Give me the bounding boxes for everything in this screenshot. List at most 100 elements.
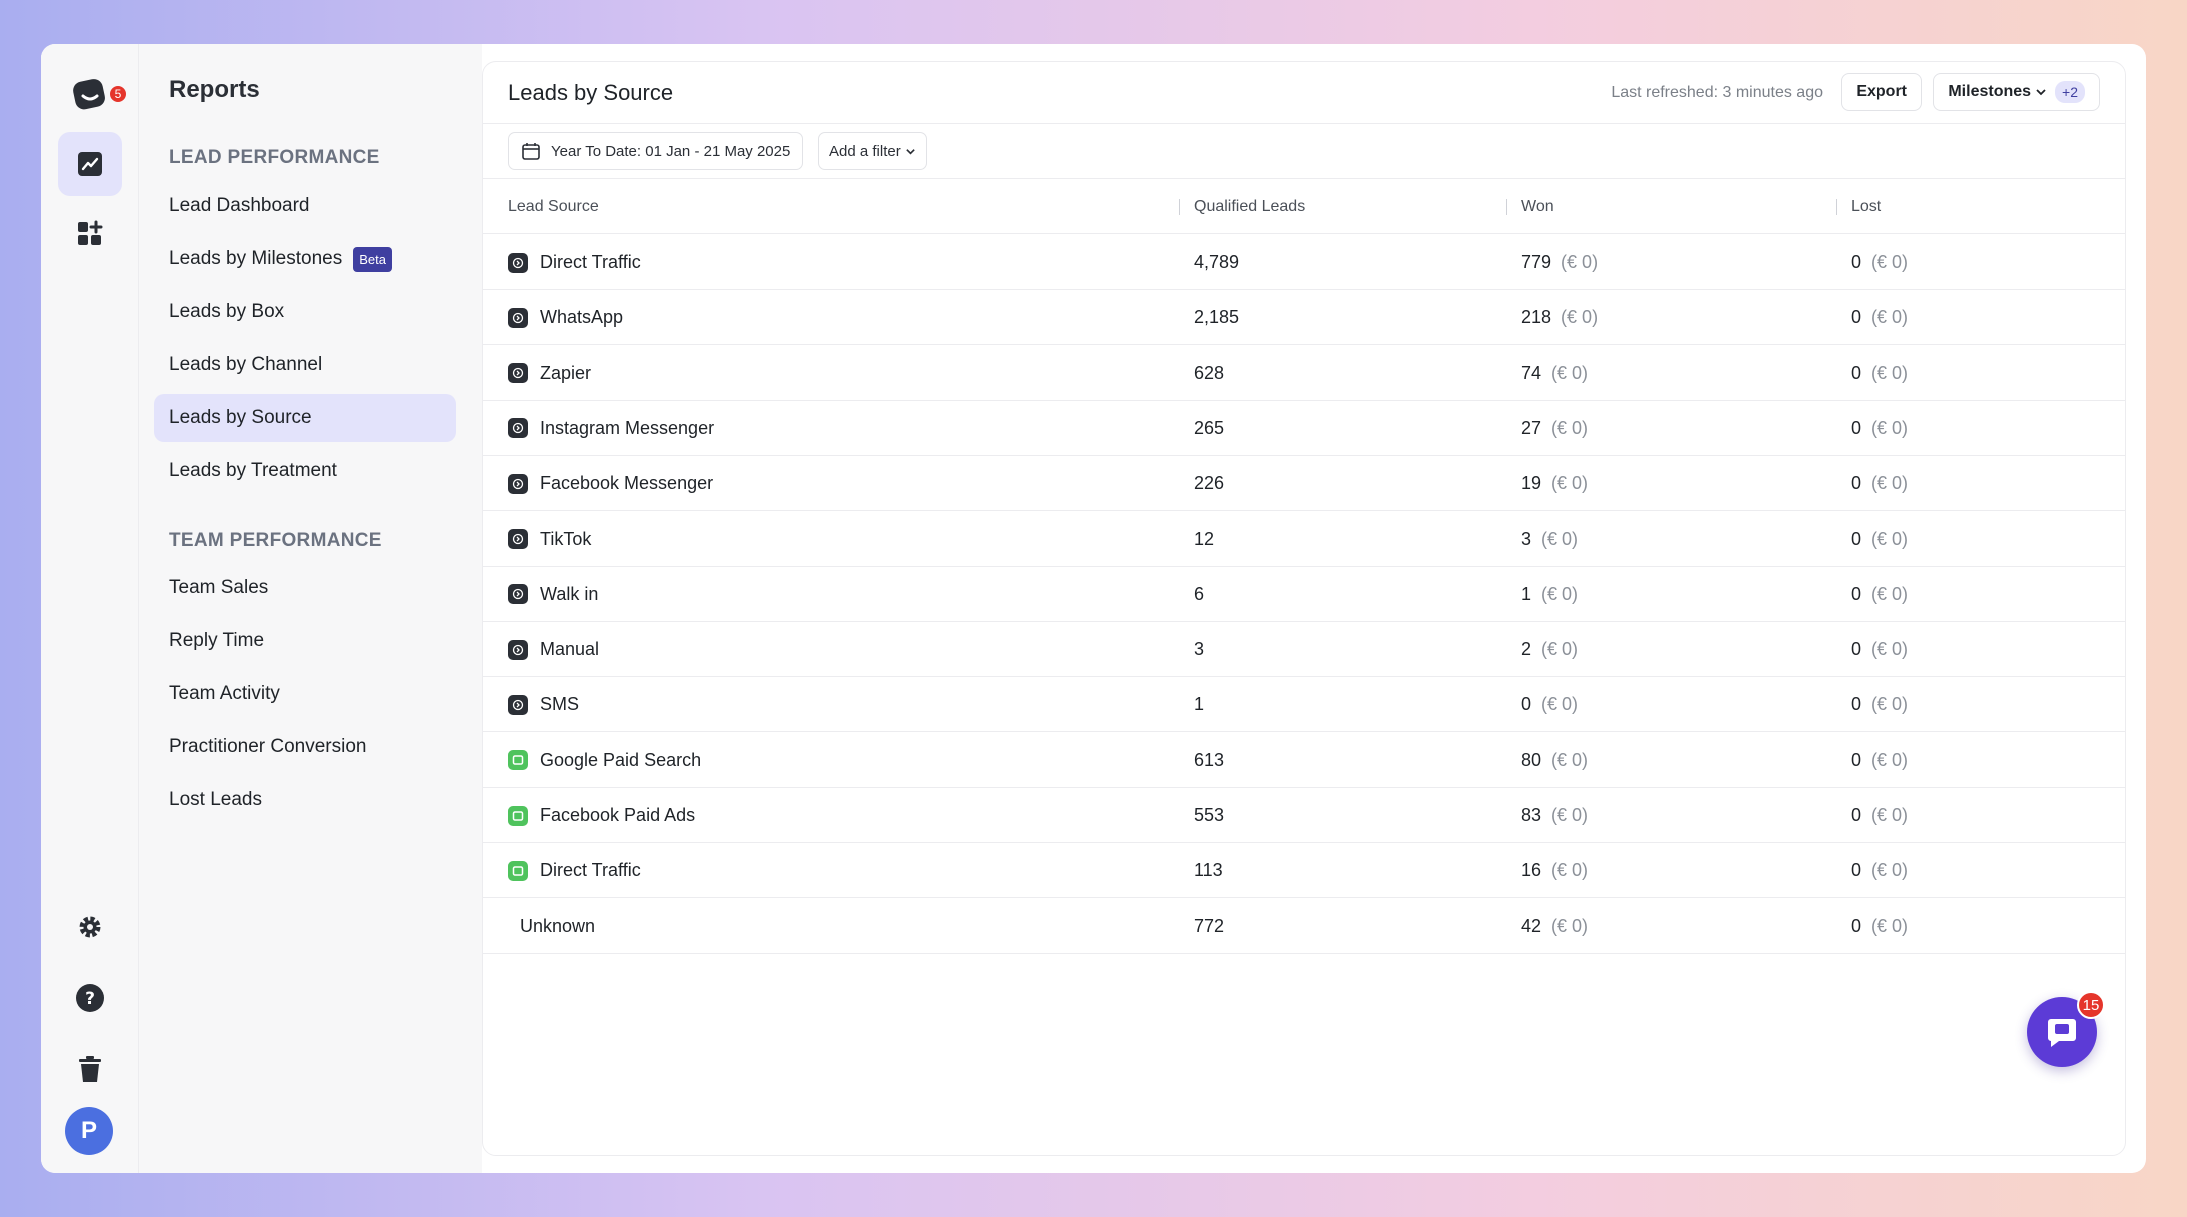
won-cell: 1 (€ 0): [1521, 567, 1578, 622]
lost-cell-value: (€ 0): [1871, 362, 1909, 383]
table-row[interactable]: SMS 1 0 (€ 0) 0 (€ 0): [483, 677, 2125, 733]
won-cell: 42 (€ 0): [1521, 899, 1588, 954]
won-cell-value: (€ 0): [1551, 860, 1589, 881]
table-row[interactable]: Walk in 6 1 (€ 0) 0 (€ 0): [483, 567, 2125, 622]
lost-cell-count: 0: [1851, 362, 1862, 383]
nav-item-lead-dashboard[interactable]: Lead Dashboard: [154, 182, 456, 230]
table-row[interactable]: Zapier 628 74 (€ 0) 0 (€ 0): [483, 346, 2125, 401]
table-row[interactable]: Manual 3 2 (€ 0) 0 (€ 0): [483, 622, 2125, 678]
section-lead-performance: LEAD PERFORMANCE: [169, 147, 380, 168]
user-avatar[interactable]: P: [65, 1107, 113, 1155]
lead-source-cell: Zapier: [508, 346, 591, 401]
lost-cell-value: (€ 0): [1871, 749, 1909, 770]
won-cell-value: (€ 0): [1561, 307, 1599, 328]
nav-item-label: Practitioner Conversion: [169, 736, 367, 757]
nav-item-leads-by-milestones[interactable]: Leads by Milestones Beta: [154, 235, 456, 283]
lost-cell: 0 (€ 0): [1851, 512, 1908, 567]
logo-icon: [73, 79, 105, 110]
table-row[interactable]: Facebook Paid Ads 553 83 (€ 0) 0 (€ 0): [483, 788, 2125, 843]
nav-item-reply-time[interactable]: Reply Time: [154, 617, 456, 665]
nav-item-label: Leads by Box: [169, 301, 285, 322]
add-filter-button[interactable]: Add a filter: [818, 132, 927, 170]
lead-source-label: Facebook Messenger: [540, 473, 714, 494]
column-resize-handle[interactable]: [1506, 199, 1507, 215]
lost-cell: 0 (€ 0): [1851, 677, 1908, 732]
won-cell-value: (€ 0): [1551, 915, 1589, 936]
lost-cell-count: 0: [1851, 252, 1862, 272]
column-resize-handle[interactable]: [1836, 199, 1837, 215]
nav-item-leads-by-channel[interactable]: Leads by Channel: [154, 341, 456, 389]
lead-source-label: Unknown: [520, 915, 596, 936]
lost-cell-value: (€ 0): [1871, 915, 1909, 936]
lost-cell-count: 0: [1851, 307, 1862, 328]
table-row[interactable]: Instagram Messenger 265 27 (€ 0) 0 (€ 0): [483, 401, 2125, 456]
lost-cell-value: (€ 0): [1871, 805, 1909, 825]
export-button[interactable]: Export: [1841, 73, 1922, 111]
nav-item-lost-leads[interactable]: Lost Leads: [154, 776, 456, 824]
lost-cell-value: (€ 0): [1871, 528, 1909, 549]
organic-source-icon: [508, 694, 528, 715]
date-range-filter[interactable]: Year To Date: 01 Jan - 21 May 2025: [508, 132, 804, 170]
lost-cell-count: 0: [1851, 417, 1862, 438]
table-row[interactable]: Google Paid Search 613 80 (€ 0) 0 (€ 0): [483, 733, 2125, 788]
chat-launcher-button[interactable]: 15: [2027, 991, 2105, 1067]
won-cell-value: (€ 0): [1551, 417, 1589, 438]
reports-nav-button[interactable]: [58, 132, 122, 196]
nav-item-team-activity[interactable]: Team Activity: [154, 670, 456, 718]
won-cell: 16 (€ 0): [1521, 843, 1588, 898]
won-cell: 2 (€ 0): [1521, 622, 1578, 677]
won-cell-count: 80: [1521, 749, 1542, 770]
apps-nav-button[interactable]: [58, 202, 122, 266]
lost-cell-count: 0: [1851, 749, 1862, 770]
qualified-leads-cell: 6: [1194, 583, 1205, 604]
page-title: Leads by Source: [508, 80, 674, 105]
milestones-label: Milestones: [1948, 83, 2032, 100]
won-cell: 218 (€ 0): [1521, 290, 1598, 345]
lost-cell: 0 (€ 0): [1851, 843, 1908, 898]
won-cell-count: 3: [1521, 528, 1532, 549]
settings-button[interactable]: [58, 895, 122, 959]
column-header-lead-source[interactable]: Lead Source: [508, 180, 599, 234]
trash-button[interactable]: [58, 1037, 122, 1101]
won-cell-value: (€ 0): [1541, 528, 1579, 549]
lost-cell: 0 (€ 0): [1851, 899, 1908, 954]
nav-item-label: Leads by Milestones: [169, 248, 343, 269]
nav-item-practitioner-conversion[interactable]: Practitioner Conversion: [154, 723, 456, 771]
logo-button[interactable]: 5: [58, 62, 128, 126]
chevron-down-icon: [905, 148, 915, 155]
nav-item-leads-by-source[interactable]: Leads by Source: [154, 394, 456, 442]
help-button[interactable]: ?: [58, 966, 122, 1030]
lost-cell: 0 (€ 0): [1851, 456, 1908, 511]
lead-source-cell: Google Paid Search: [508, 733, 701, 788]
table-row[interactable]: Facebook Messenger 226 19 (€ 0) 0 (€ 0): [483, 456, 2125, 512]
nav-item-leads-by-box[interactable]: Leads by Box: [154, 288, 456, 336]
column-resize-handle[interactable]: [1179, 199, 1180, 215]
table-header: Lead Source Qualified Leads Won Lost: [483, 180, 2125, 234]
table-row[interactable]: WhatsApp 2,185 218 (€ 0) 0 (€ 0): [483, 290, 2125, 346]
won-cell: 19 (€ 0): [1521, 456, 1588, 511]
nav-title: Reports: [169, 76, 260, 103]
table-row[interactable]: Direct Traffic 113 16 (€ 0) 0 (€ 0): [483, 843, 2125, 899]
lead-source-label: WhatsApp: [540, 307, 624, 328]
won-cell-count: 218: [1521, 307, 1552, 328]
column-header-qualified-leads[interactable]: Qualified Leads: [1194, 180, 1305, 234]
nav-item-team-sales[interactable]: Team Sales: [154, 564, 456, 612]
won-cell-value: (€ 0): [1551, 749, 1589, 770]
table-row[interactable]: TikTok 12 3 (€ 0) 0 (€ 0): [483, 512, 2125, 567]
lead-source-cell: Unknown: [520, 899, 595, 954]
nav-item-leads-by-treatment[interactable]: Leads by Treatment: [154, 447, 456, 495]
qualified-leads-cell: 553: [1194, 805, 1225, 825]
table-row[interactable]: Unknown 772 42 (€ 0) 0 (€ 0): [483, 899, 2125, 954]
qualified-leads-cell: 265: [1194, 417, 1225, 438]
lead-source-label: Instagram Messenger: [540, 417, 715, 438]
lost-cell: 0 (€ 0): [1851, 567, 1908, 622]
won-cell-value: (€ 0): [1541, 583, 1579, 604]
column-header-won[interactable]: Won: [1521, 180, 1554, 234]
organic-source-icon: [508, 252, 528, 273]
lead-source-label: Facebook Paid Ads: [540, 805, 696, 825]
column-header-lost[interactable]: Lost: [1851, 180, 1881, 234]
table-row[interactable]: Direct Traffic 4,789 779 (€ 0) 0 (€ 0): [483, 235, 2125, 290]
won-cell-count: 83: [1521, 805, 1542, 825]
paid-source-icon: [508, 860, 528, 881]
milestones-dropdown[interactable]: Milestones +2: [1933, 73, 2100, 111]
